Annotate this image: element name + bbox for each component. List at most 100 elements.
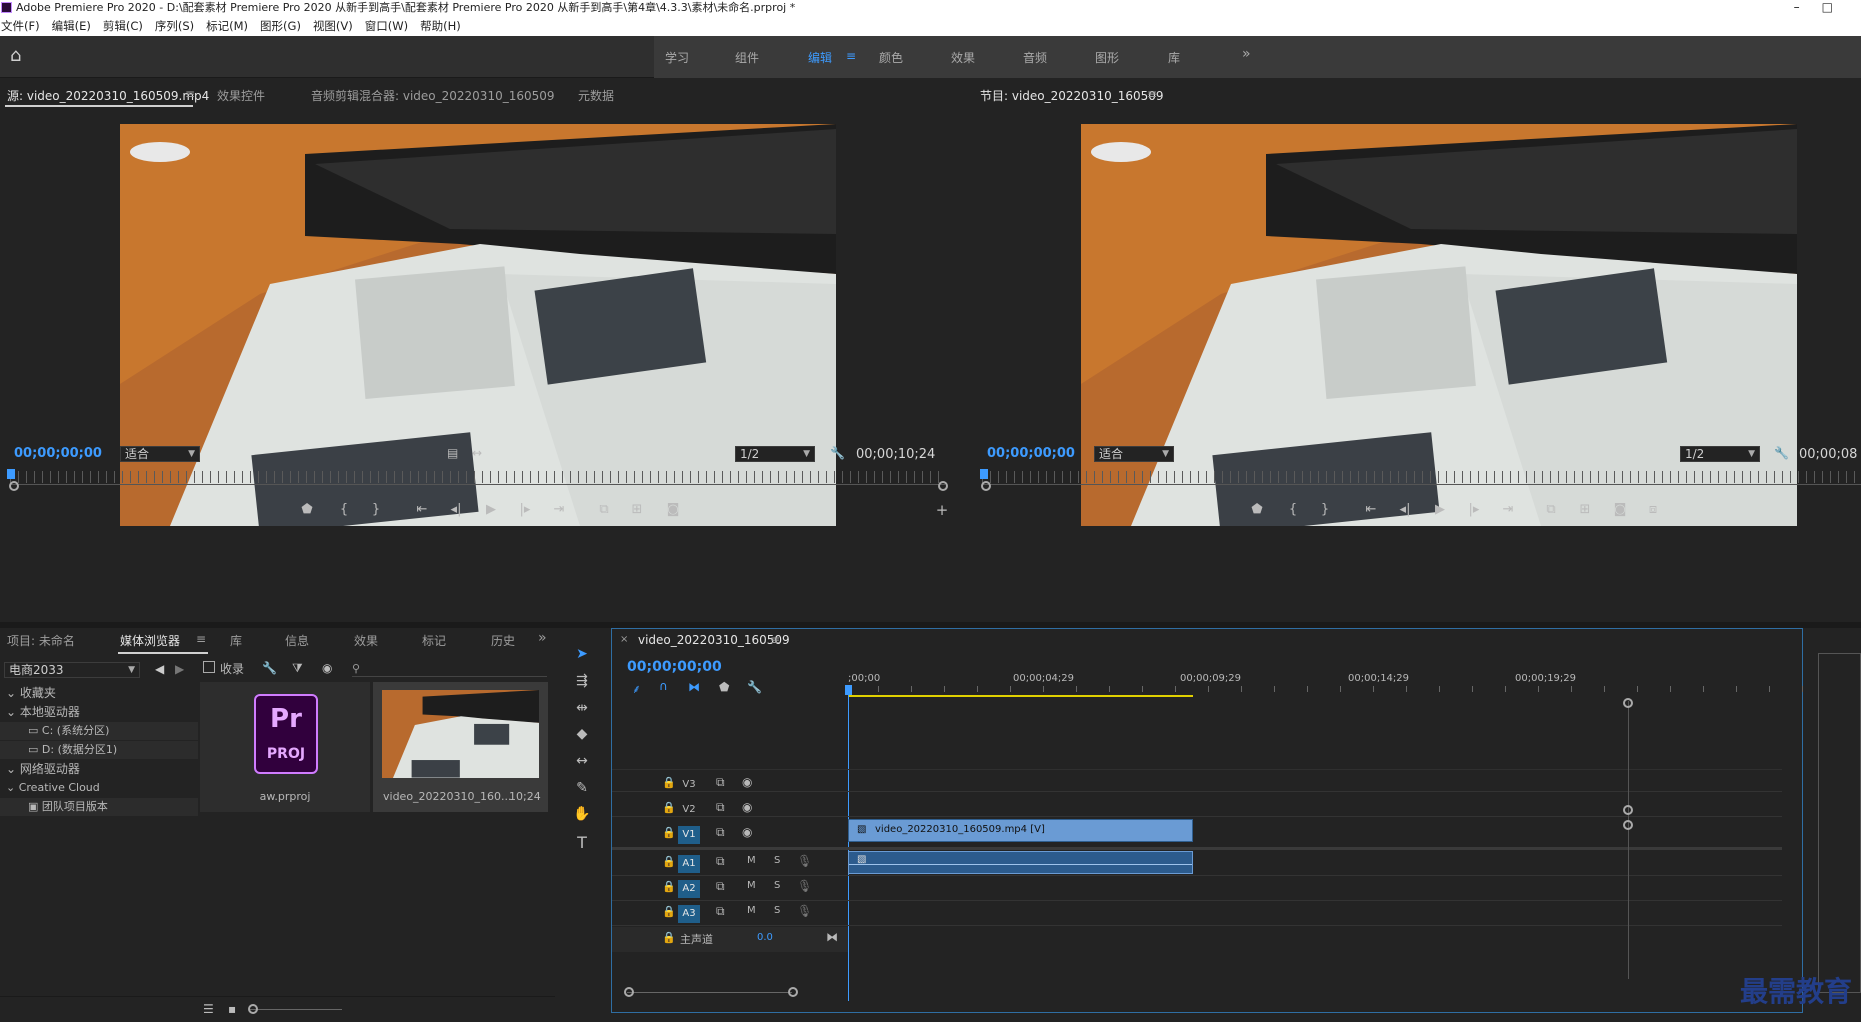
tab-sequence[interactable]: video_20220310_160509	[638, 633, 790, 647]
zoom-slider-handle[interactable]	[248, 1004, 258, 1014]
lock-icon[interactable]: 🔒	[662, 776, 676, 789]
media-item-project[interactable]: Pr PROJ aw.prproj	[200, 682, 370, 812]
zoom-handle-left[interactable]	[981, 481, 991, 491]
ripple-edit-tool-icon[interactable]: ⇹	[570, 700, 594, 720]
program-playhead[interactable]	[980, 469, 988, 479]
razor-tool-icon[interactable]: ◆	[570, 726, 594, 746]
tab-audio-clip-mixer[interactable]: 音频剪辑混合器: video_20220310_160509	[311, 87, 555, 104]
tab-source[interactable]: 源: video_20220310_160509.mp4	[7, 87, 209, 104]
tree-item-drive-d[interactable]: ▭ D: (数据分区1)	[0, 741, 198, 759]
compare-view-icon[interactable]: ⧈	[1643, 502, 1663, 517]
menu-marker[interactable]: 标记(M)	[206, 19, 248, 33]
sync-lock-icon[interactable]: ⧉	[716, 879, 725, 894]
tab-effect-controls[interactable]: 效果控件	[217, 87, 265, 104]
workspace-effects[interactable]: 效果	[951, 49, 975, 66]
master-volume-value[interactable]: 0.0	[757, 932, 773, 943]
video-clip-v1[interactable]: ▧ video_20220310_160509.mp4 [V]	[848, 819, 1193, 842]
tab-project[interactable]: 项目: 未命名	[7, 632, 75, 649]
sync-lock-icon[interactable]: ⧉	[716, 825, 725, 840]
go-to-in-icon[interactable]: ⇤	[412, 502, 432, 517]
wrench-icon[interactable]: 🔧	[1774, 446, 1789, 460]
menu-edit[interactable]: 编辑(E)	[52, 19, 91, 33]
track-select-tool-icon[interactable]: ⇶	[570, 673, 594, 693]
menu-window[interactable]: 窗口(W)	[365, 19, 408, 33]
extract-icon[interactable]: ⊞	[1575, 502, 1595, 517]
zoom-handle-left[interactable]	[9, 481, 19, 491]
tab-program[interactable]: 节目: video_20220310_160509	[980, 87, 1164, 104]
wrench-icon[interactable]: 🔧	[262, 661, 277, 675]
type-tool-icon[interactable]: T	[570, 833, 594, 853]
sequence-menu-icon[interactable]: ≡	[770, 633, 780, 647]
icon-view-icon[interactable]: ▪	[228, 1002, 236, 1016]
zoom-handle-right[interactable]	[788, 987, 798, 997]
menu-sequence[interactable]: 序列(S)	[155, 19, 194, 33]
more-workspaces-icon[interactable]: »	[1242, 46, 1251, 62]
program-time-ruler[interactable]	[982, 471, 1861, 483]
horizontal-scrollbar[interactable]	[627, 992, 792, 993]
program-fit-select[interactable]: 适合 ▼	[1094, 446, 1174, 462]
workspace-color[interactable]: 颜色	[879, 49, 903, 66]
marker-icon[interactable]: ⬟	[297, 502, 317, 517]
list-view-icon[interactable]: ☰	[203, 1002, 214, 1016]
media-browser-menu-icon[interactable]: ≡	[196, 632, 206, 646]
sync-lock-icon[interactable]: ⧉	[716, 800, 725, 815]
tab-markers[interactable]: 标记	[422, 632, 446, 649]
play-icon[interactable]: ▶	[1430, 502, 1450, 517]
menu-clip[interactable]: 剪辑(C)	[103, 19, 143, 33]
back-arrow-icon[interactable]: ◀	[155, 662, 164, 676]
wrench-icon[interactable]: 🔧	[830, 446, 845, 460]
lock-icon[interactable]: 🔒	[662, 905, 676, 918]
vertical-scrollbar[interactable]	[1628, 701, 1629, 979]
mark-in-icon[interactable]: {	[1283, 502, 1303, 517]
menu-graphics[interactable]: 图形(G)	[260, 19, 301, 33]
sync-lock-icon[interactable]: ⧉	[716, 775, 725, 790]
mark-in-icon[interactable]: {	[334, 502, 354, 517]
step-back-icon[interactable]: ◂|	[1395, 502, 1415, 517]
tab-history[interactable]: 历史	[491, 632, 515, 649]
sync-lock-icon[interactable]: ⧉	[716, 854, 725, 869]
sync-lock-icon[interactable]: ⧉	[716, 904, 725, 919]
menu-view[interactable]: 视图(V)	[313, 19, 353, 33]
workspace-audio[interactable]: 音频	[1023, 49, 1047, 66]
tab-metadata[interactable]: 元数据	[578, 87, 614, 104]
forward-arrow-icon[interactable]: ▶	[175, 662, 184, 676]
program-tab-menu-icon[interactable]: ≡	[1147, 87, 1157, 101]
zoom-handle-left[interactable]	[624, 987, 634, 997]
tab-media-browser[interactable]: 媒体浏览器	[120, 632, 180, 649]
source-fit-select[interactable]: 适合 ▼	[120, 446, 200, 462]
solo-button[interactable]: S	[774, 905, 780, 916]
export-frame-icon[interactable]: ▤	[447, 446, 458, 460]
nest-icon[interactable]: ⸙	[632, 680, 641, 697]
lift-icon[interactable]: ⧉	[1541, 502, 1561, 517]
snap-icon[interactable]: ∩	[659, 679, 668, 693]
lock-icon[interactable]: 🔒	[662, 931, 676, 944]
search-input[interactable]: ⚲	[352, 661, 547, 677]
camera-icon[interactable]: ◙	[663, 502, 683, 517]
workspace-menu-icon[interactable]: ≡	[846, 49, 856, 63]
go-to-out-icon[interactable]: ⇥	[1498, 502, 1518, 517]
step-forward-icon[interactable]: |▸	[515, 502, 535, 517]
mute-button[interactable]: M	[747, 855, 756, 866]
tree-item-local-drives[interactable]: ⌄ 本地驱动器	[6, 703, 196, 721]
step-back-icon[interactable]: ◂|	[446, 502, 466, 517]
tab-info[interactable]: 信息	[285, 632, 309, 649]
program-timecode[interactable]: 00;00;00;00	[987, 446, 1075, 461]
zoom-slider[interactable]	[250, 1009, 342, 1010]
audio-clip-a1[interactable]: ▧	[848, 851, 1193, 874]
mark-out-icon[interactable]: }	[1315, 502, 1335, 517]
mute-button[interactable]: M	[747, 905, 756, 916]
scroll-handle[interactable]	[1623, 820, 1633, 830]
workspace-learn[interactable]: 学习	[665, 49, 689, 66]
mark-out-icon[interactable]: }	[366, 502, 386, 517]
zoom-handle-right[interactable]	[938, 481, 948, 491]
menu-help[interactable]: 帮助(H)	[420, 19, 461, 33]
close-tab-icon[interactable]: ×	[620, 634, 628, 645]
microphone-icon[interactable]: 🎙	[797, 854, 812, 868]
lock-icon[interactable]: 🔒	[662, 801, 676, 814]
marker-icon[interactable]: ⬟	[1247, 502, 1267, 517]
filter-icon[interactable]: ⧩	[292, 661, 303, 676]
mute-button[interactable]: M	[747, 880, 756, 891]
timeline-timecode[interactable]: 00;00;00;00	[627, 659, 722, 675]
eye-icon[interactable]: ◉	[322, 661, 332, 675]
expand-track-icon[interactable]: ⧓	[826, 930, 838, 944]
